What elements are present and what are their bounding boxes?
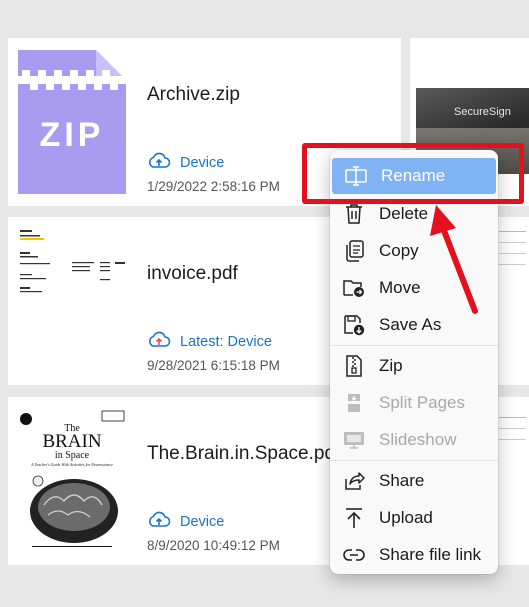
zip-icon [343, 355, 365, 377]
menu-item-slideshow[interactable]: Slideshow [330, 422, 498, 458]
menu-item-label: Share file link [379, 545, 482, 564]
cloud-sync-icon [147, 331, 171, 353]
cover-title-line3: in Space [55, 450, 90, 461]
menu-item-label: Zip [379, 356, 403, 375]
context-menu: Rename Delete Copy Move Save As Zip Spli… [330, 150, 498, 574]
menu-item-save-as[interactable]: Save As [330, 307, 498, 343]
menu-item-zip[interactable]: Zip [330, 348, 498, 384]
file-name: Archive.zip [147, 84, 240, 105]
file-location: Device [147, 152, 224, 174]
file-location-label: Device [180, 155, 225, 171]
menu-item-label: Slideshow [379, 430, 457, 449]
menu-item-label: Share [379, 471, 425, 490]
file-date: 8/9/2020 10:49:12 PM [147, 538, 280, 553]
brand-text: SecureSign [454, 106, 511, 118]
annotation-highlight-box [302, 143, 524, 204]
menu-item-label: Split Pages [379, 393, 465, 412]
zip-thumb-label: ZIP [40, 116, 105, 154]
file-name: The.Brain.in.Space.pdf [147, 443, 341, 464]
menu-item-move[interactable]: Move [330, 270, 498, 306]
trash-icon [343, 203, 365, 225]
file-date: 1/29/2022 2:58:16 PM [147, 179, 280, 194]
file-location: Latest: Device [147, 331, 272, 353]
copy-icon [343, 240, 365, 262]
invoice-thumbnail [18, 224, 126, 304]
menu-item-label: Move [379, 278, 421, 297]
link-icon [343, 544, 365, 566]
book-cover-thumbnail: The BRAIN in Space A Teacher's Guide Wit… [18, 409, 126, 549]
split-pages-icon [343, 392, 365, 414]
document-thumbnail [494, 411, 529, 551]
file-location: Device [147, 511, 224, 533]
file-location-label: Latest: Device [180, 334, 272, 350]
cover-subtitle: A Teacher's Guide With Activities for Ne… [30, 462, 113, 467]
menu-separator [330, 460, 498, 461]
file-date: 9/28/2021 6:15:18 PM [147, 358, 280, 373]
share-icon [343, 470, 365, 492]
move-icon [343, 277, 365, 299]
menu-item-copy[interactable]: Copy [330, 233, 498, 269]
menu-item-label: Save As [379, 315, 442, 334]
menu-item-share-file-link[interactable]: Share file link [330, 537, 498, 573]
file-name: invoice.pdf [147, 263, 238, 284]
menu-item-upload[interactable]: Upload [330, 500, 498, 536]
menu-item-label: Upload [379, 508, 433, 527]
menu-item-label: Copy [379, 241, 419, 260]
menu-separator [330, 345, 498, 346]
menu-item-label: Delete [379, 204, 429, 223]
menu-item-split-pages[interactable]: Split Pages [330, 385, 498, 421]
cloud-upload-icon [147, 152, 171, 174]
upload-icon [343, 507, 365, 529]
menu-item-share[interactable]: Share [330, 463, 498, 499]
zip-file-thumbnail: ZIP [18, 50, 126, 194]
file-location-label: Device [180, 514, 225, 530]
cover-title-line2: BRAIN [42, 431, 101, 452]
slideshow-icon [343, 429, 365, 451]
save-as-icon [343, 314, 365, 336]
document-thumbnail [494, 225, 529, 375]
cloud-upload-icon [147, 511, 171, 533]
